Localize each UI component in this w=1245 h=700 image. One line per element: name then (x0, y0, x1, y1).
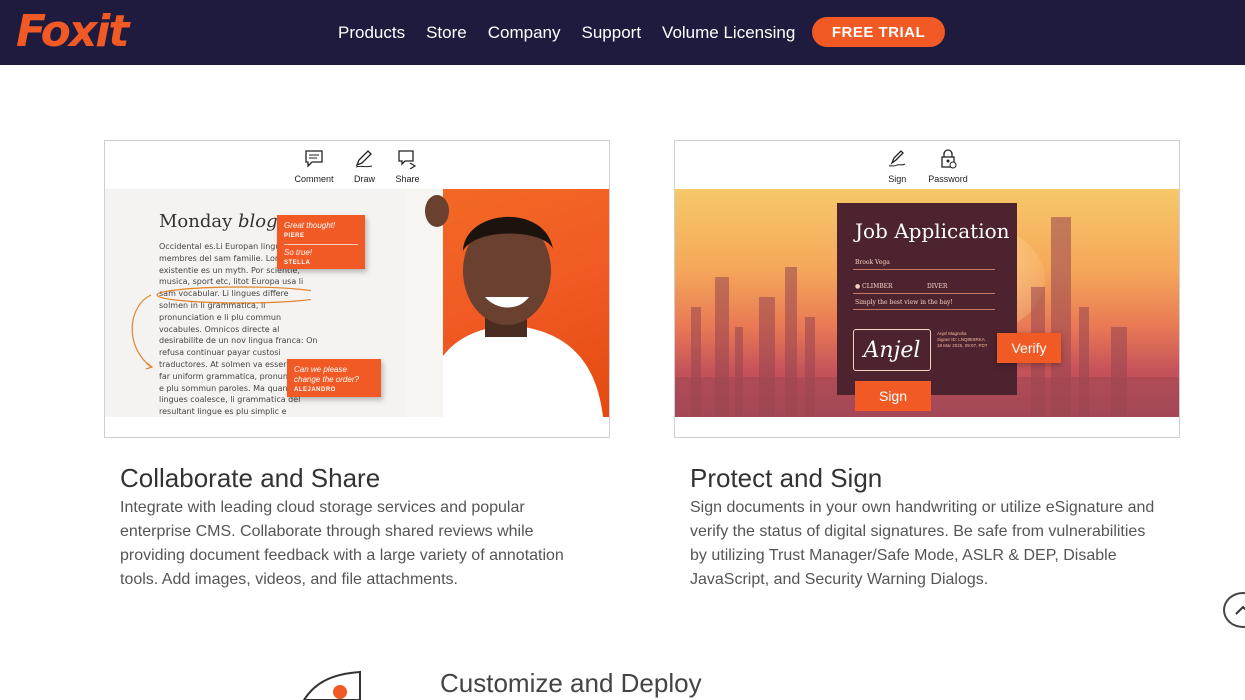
nav-support[interactable]: Support (582, 23, 642, 43)
person-photo (405, 189, 603, 417)
comment-icon (305, 150, 323, 168)
chevron-up-icon (1235, 605, 1245, 615)
security-toolbar: Sign Password (675, 141, 1179, 189)
sunset-scene: Job Application Brook Vega ● CLIMBER DIV… (675, 189, 1179, 417)
share-tool[interactable]: Share (395, 141, 420, 189)
draw-label: Draw (353, 174, 375, 184)
protect-card-image: Sign Password Job Application Brook Vega… (674, 140, 1180, 438)
annotation-toolbar: Comment Draw Share (105, 141, 609, 189)
comment-note: Great thought! PIERE So true! STELLA (277, 215, 365, 269)
sign-badge: Sign (855, 381, 931, 411)
password-label: Password (928, 174, 968, 184)
password-lock-icon (941, 149, 957, 169)
scroll-to-top-button[interactable] (1223, 592, 1245, 628)
nav-company[interactable]: Company (488, 23, 561, 43)
comment-tool[interactable]: Comment (294, 141, 333, 189)
foxit-logo[interactable]: Foxit (16, 6, 129, 58)
rocket-icon (302, 670, 361, 700)
nav-products[interactable]: Products (338, 23, 405, 43)
form-title: Job Application (855, 219, 1010, 243)
nav-volume-licensing[interactable]: Volume Licensing (662, 23, 795, 43)
share-icon (397, 150, 416, 169)
share-label: Share (395, 174, 420, 184)
blog-title: Monday blog (159, 211, 278, 232)
form-tagline: Simply the best view in the bay! (855, 299, 953, 306)
main-nav: Products Store Company Support Volume Li… (338, 0, 816, 65)
draw-tool[interactable]: Draw (353, 141, 375, 189)
radio-option-diver: DIVER (927, 283, 948, 290)
comment-note: Can we please change the order? ALEJANDR… (287, 359, 381, 397)
job-application-form: Job Application Brook Vega ● CLIMBER DIV… (837, 203, 1017, 395)
verify-badge: Verify (997, 333, 1061, 363)
protect-title: Protect and Sign (690, 463, 883, 493)
protect-description: Sign documents in your own handwriting o… (690, 499, 1155, 588)
orange-background (405, 189, 609, 417)
nav-store[interactable]: Store (426, 23, 467, 43)
site-header: Foxit Products Store Company Support Vol… (0, 0, 1245, 65)
collaborate-description: Integrate with leading cloud storage ser… (120, 499, 564, 588)
password-tool[interactable]: Password (928, 141, 968, 189)
customize-deploy-title: Customize and Deploy (440, 668, 702, 698)
sign-label: Sign (888, 174, 907, 184)
signature-box: Anjel (853, 329, 931, 371)
collaborate-card-image: Comment Draw Share Monday blog Occidenta… (104, 140, 610, 438)
blog-scene: Monday blog Occidental es.Li Europan lin… (105, 189, 609, 417)
collaborate-title: Collaborate and Share (120, 463, 381, 493)
free-trial-button[interactable]: FREE TRIAL (812, 17, 945, 47)
radio-option-climber: ● CLIMBER (855, 283, 893, 290)
sign-tool[interactable]: Sign (886, 141, 908, 189)
markup-arrow-icon (131, 286, 311, 370)
sign-icon (889, 150, 906, 167)
pencil-icon (356, 150, 373, 168)
comment-label: Comment (294, 174, 334, 184)
form-name-value: Brook Vega (855, 259, 890, 266)
